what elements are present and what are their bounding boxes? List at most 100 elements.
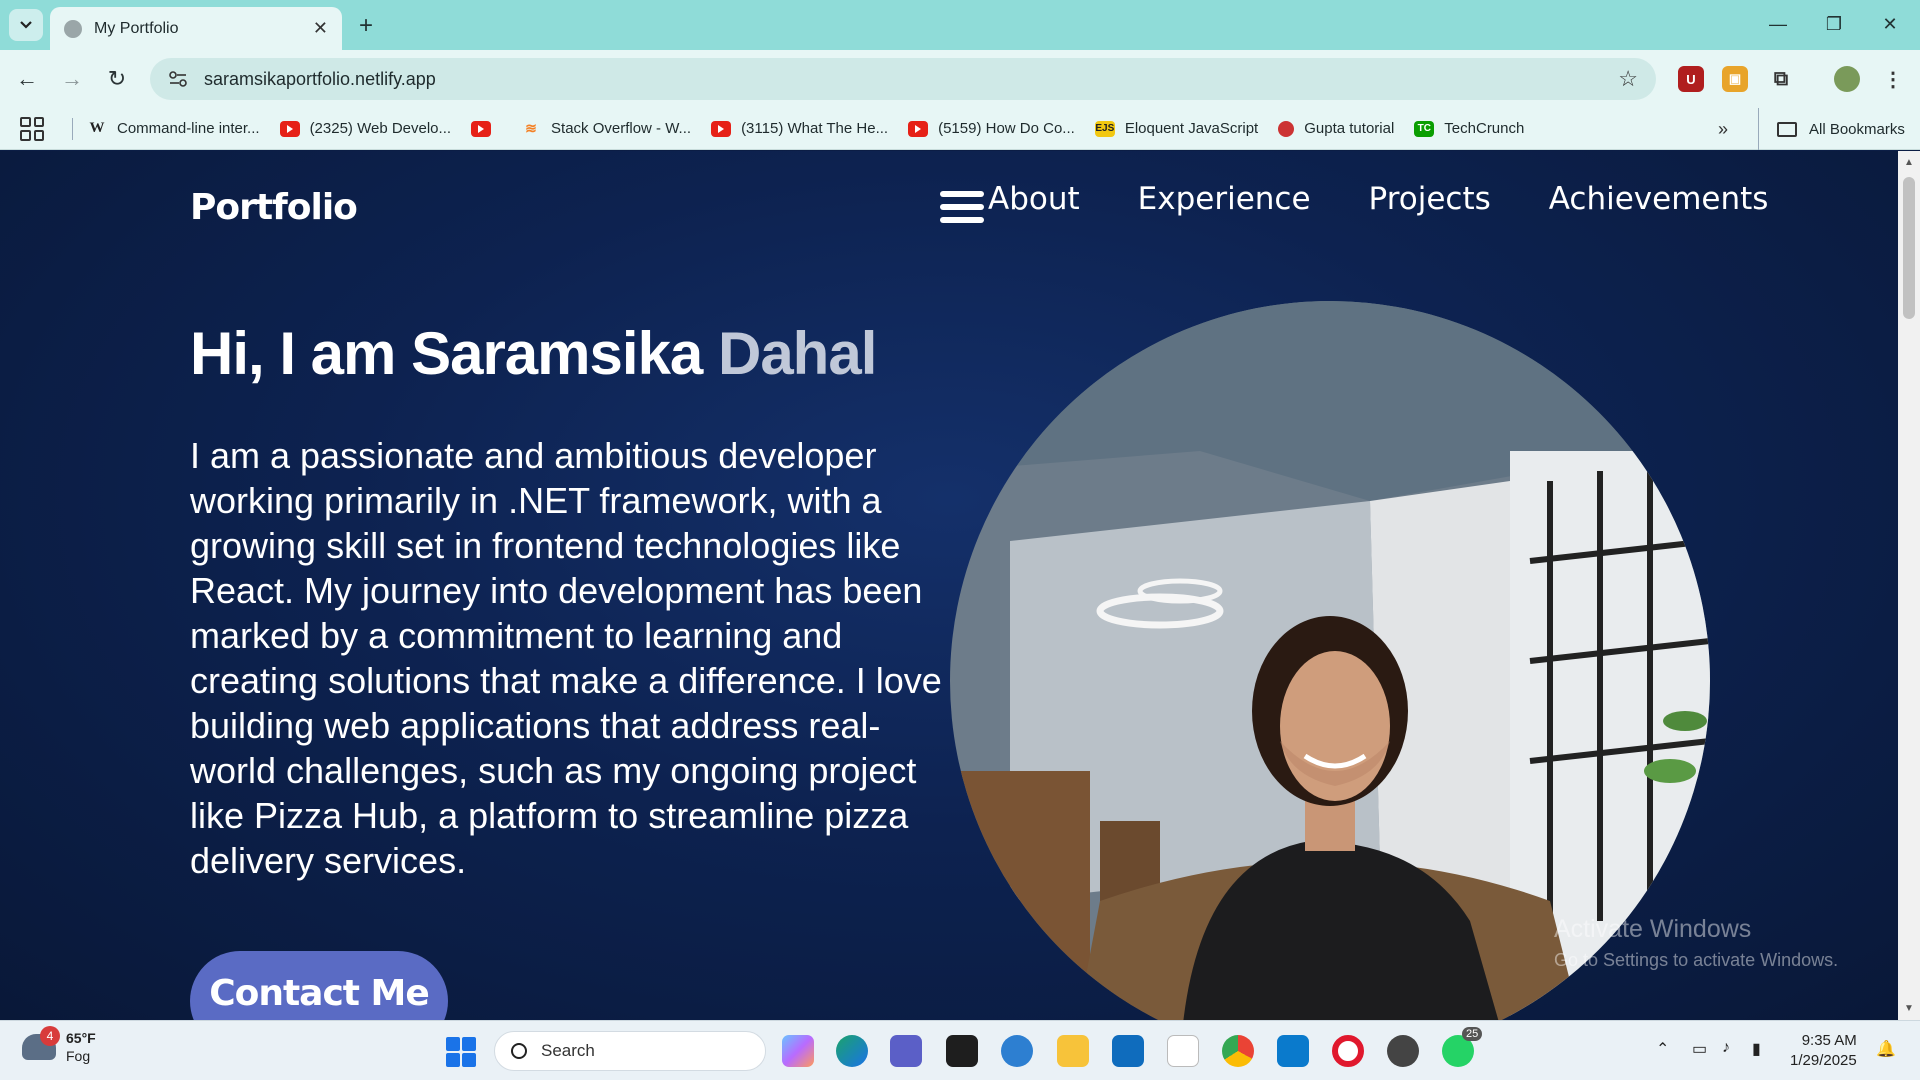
ublock-extension-icon[interactable]: U — [1678, 66, 1704, 92]
restore-button[interactable]: ❐ — [1806, 0, 1862, 48]
tab-title: My Portfolio — [94, 19, 179, 37]
site-logo[interactable]: Portfolio — [190, 187, 358, 228]
new-tab-button[interactable]: + — [352, 12, 380, 40]
chrome-icon[interactable] — [1222, 1035, 1254, 1067]
bookmark-label: (5159) How Do Co... — [938, 120, 1075, 137]
windows-taskbar: 4 65°F Fog Search 25 ⌃ ▭ ♪ ▮ 9:35 AM 1/2… — [0, 1020, 1920, 1080]
bookmark-label: Eloquent JavaScript — [1124, 120, 1259, 137]
whatsapp-icon[interactable]: 25 — [1442, 1027, 1483, 1067]
nav-link-about[interactable]: About — [988, 181, 1080, 217]
folder-icon — [1777, 121, 1797, 137]
bookmark-youtube[interactable] — [471, 120, 501, 137]
bookmark-command-line[interactable]: W Command-line inter... — [87, 120, 260, 137]
portfolio-page: Portfolio About Experience Projects Achi… — [0, 151, 1898, 1020]
bookmark-label: (2325) Web Develo... — [309, 120, 452, 137]
activate-windows-watermark: Activate Windows Go to Settings to activ… — [1554, 915, 1838, 971]
app-icon[interactable] — [1387, 1035, 1419, 1067]
copilot-icon[interactable] — [782, 1035, 814, 1067]
scrollbar-thumb[interactable] — [1903, 177, 1915, 319]
bookmark-label: Stack Overflow - W... — [551, 120, 692, 137]
taskbar-search[interactable]: Search — [494, 1031, 766, 1071]
back-button[interactable]: ← — [12, 64, 42, 94]
battery-icon[interactable]: ▮ — [1752, 1039, 1761, 1059]
contact-me-button[interactable]: Contact Me — [190, 951, 448, 1020]
weather-text: 65°F Fog — [66, 1029, 96, 1065]
bookmark-eloquent-js[interactable]: EJS Eloquent JavaScript — [1094, 120, 1259, 137]
notification-bell-icon[interactable]: 🔔 — [1876, 1039, 1896, 1059]
apps-grid-icon[interactable] — [20, 116, 44, 141]
nav-link-achievements[interactable]: Achievements — [1549, 181, 1769, 217]
page-scrollbar[interactable]: ▲ ▼ — [1898, 151, 1920, 1020]
watermark-title: Activate Windows — [1554, 915, 1752, 943]
whatsapp-badge: 25 — [1462, 1027, 1483, 1041]
tab-strip: My Portfolio ✕ + — ❐ ✕ — [0, 0, 1920, 50]
techcrunch-icon: TC — [1414, 120, 1435, 137]
more-bookmarks-icon[interactable]: » — [1718, 119, 1728, 140]
outlook-icon[interactable] — [1112, 1035, 1144, 1067]
bookmark-star-icon[interactable]: ☆ — [1618, 66, 1638, 92]
all-bookmarks-label: All Bookmarks — [1809, 120, 1905, 138]
bookmark-label: (3115) What The He... — [741, 120, 889, 137]
hero-surname: Dahal — [717, 320, 877, 387]
url-text: saramsikaportfolio.netlify.app — [204, 68, 436, 89]
browser-tab[interactable]: My Portfolio ✕ — [50, 7, 342, 50]
nav-link-experience[interactable]: Experience — [1138, 181, 1311, 217]
profile-photo — [950, 301, 1710, 1020]
opera-icon[interactable] — [1332, 1035, 1364, 1067]
bookmark-web-develo[interactable]: (2325) Web Develo... — [279, 120, 452, 137]
weather-condition: Fog — [66, 1048, 91, 1064]
close-window-button[interactable]: ✕ — [1862, 0, 1918, 48]
main-nav: About Experience Projects Achievements — [988, 181, 1768, 217]
hero-greeting: Hi, I am Saramsika — [190, 320, 718, 387]
all-bookmarks-button[interactable]: All Bookmarks — [1758, 108, 1905, 150]
volume-icon[interactable]: ♪ — [1722, 1039, 1730, 1057]
search-app-icon[interactable] — [1001, 1035, 1033, 1067]
bookmark-how-do-co[interactable]: (5159) How Do Co... — [908, 120, 1075, 137]
extensions-puzzle-icon[interactable]: ⧉ — [1768, 66, 1794, 92]
edge-icon[interactable] — [836, 1035, 868, 1067]
address-bar[interactable]: saramsikaportfolio.netlify.app ☆ — [150, 58, 1656, 100]
hamburger-menu-icon[interactable] — [940, 191, 984, 223]
show-hidden-icons[interactable]: ⌃ — [1656, 1039, 1669, 1059]
bookmark-stack-overflow[interactable]: ≋ Stack Overflow - W... — [521, 120, 691, 137]
bookmark-techcrunch[interactable]: TC TechCrunch — [1414, 120, 1524, 137]
system-clock[interactable]: 9:35 AM 1/29/2025 — [1790, 1031, 1857, 1071]
browser-menu-icon[interactable]: ⋮ — [1880, 66, 1906, 92]
bookmarks-separator — [72, 117, 73, 140]
watermark-subtitle: Go to Settings to activate Windows. — [1554, 950, 1839, 970]
clock-time: 9:35 AM — [1801, 1032, 1857, 1049]
ejs-icon: EJS — [1094, 120, 1115, 137]
scroll-up-icon[interactable]: ▲ — [1904, 157, 1914, 168]
chevron-down-icon — [20, 21, 32, 29]
reload-button[interactable]: ↻ — [102, 64, 132, 94]
scroll-down-icon[interactable]: ▼ — [1904, 1003, 1914, 1014]
close-tab-icon[interactable]: ✕ — [313, 18, 328, 39]
cloud-icon: 4 — [22, 1026, 60, 1060]
forward-button[interactable]: → — [57, 64, 87, 94]
vscode-icon[interactable] — [1277, 1035, 1309, 1067]
search-icon — [511, 1043, 527, 1059]
start-button[interactable] — [446, 1037, 476, 1067]
bookmark-gupta-tutorial[interactable]: Gupta tutorial — [1278, 120, 1394, 137]
youtube-icon — [471, 120, 492, 137]
browser-toolbar: ← → ↻ saramsikaportfolio.netlify.app ☆ U… — [0, 50, 1920, 108]
teams-icon[interactable] — [890, 1035, 922, 1067]
terminal-icon[interactable] — [946, 1035, 978, 1067]
bookmark-label: TechCrunch — [1444, 120, 1525, 137]
minimize-button[interactable]: — — [1750, 0, 1806, 48]
weather-widget[interactable]: 4 65°F Fog — [22, 1026, 96, 1065]
site-info-icon[interactable] — [168, 69, 188, 89]
microsoft-store-icon[interactable] — [1167, 1035, 1199, 1067]
stackoverflow-icon: ≋ — [525, 120, 537, 136]
network-icon[interactable]: ▭ — [1692, 1039, 1707, 1059]
profile-avatar[interactable] — [1834, 66, 1860, 92]
bookmark-what-the-he[interactable]: (3115) What The He... — [711, 120, 888, 137]
youtube-icon — [279, 120, 300, 137]
file-explorer-icon[interactable] — [1057, 1035, 1089, 1067]
nav-link-projects[interactable]: Projects — [1369, 181, 1491, 217]
globe-icon — [64, 19, 82, 38]
youtube-icon — [908, 120, 929, 137]
tab-search-button[interactable] — [9, 9, 43, 41]
extension-icon[interactable]: ▣ — [1722, 66, 1748, 92]
bookmark-label: Command-line inter... — [117, 120, 260, 137]
